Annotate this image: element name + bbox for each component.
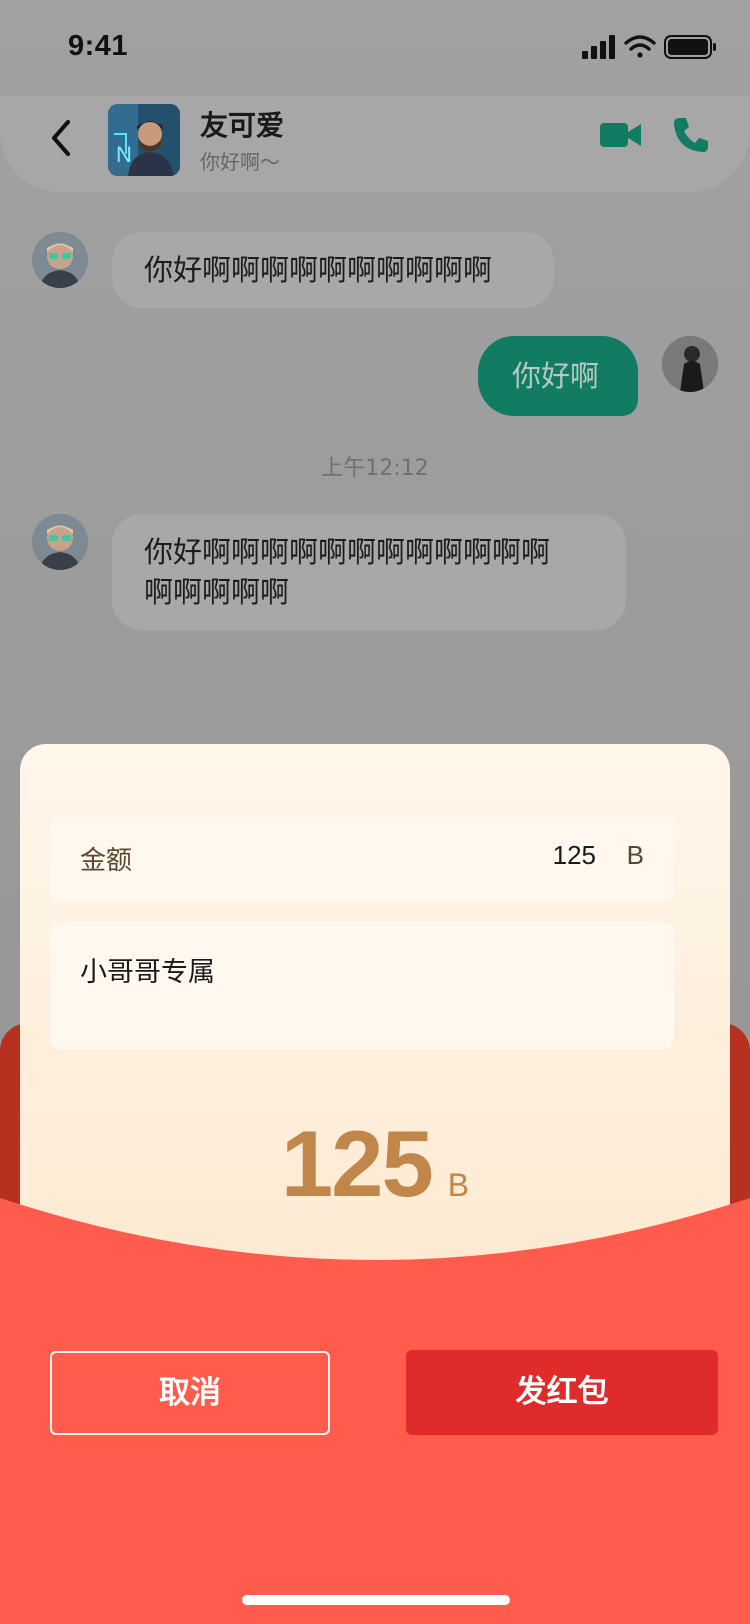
home-indicator[interactable]	[242, 1595, 510, 1605]
contact-name: 友可爱	[200, 109, 285, 142]
message-text-line: 啊啊啊啊啊	[144, 575, 290, 609]
total-amount-display: 125 B	[0, 1110, 750, 1218]
incoming-message-bubble[interactable]: 你好啊啊啊啊啊啊啊啊啊啊	[112, 232, 554, 308]
signal-icon	[582, 35, 615, 59]
contact-avatar[interactable]: N	[108, 104, 180, 176]
message-text-line: 你好啊啊啊啊啊啊啊啊啊啊啊啊	[144, 535, 551, 569]
greeting-field[interactable]: 小哥哥专属	[50, 922, 674, 1050]
total-amount-value: 125	[280, 1111, 434, 1216]
send-red-packet-button[interactable]: 发红包	[406, 1350, 718, 1435]
status-icons	[582, 35, 716, 59]
back-icon[interactable]	[44, 116, 80, 160]
video-call-icon[interactable]	[600, 120, 642, 150]
wifi-icon	[624, 35, 656, 58]
amount-input[interactable]: 125	[553, 840, 596, 871]
status-time: 9:41	[68, 30, 129, 62]
message-timestamp: 上午12:12	[321, 456, 429, 481]
amount-unit: B	[626, 840, 644, 870]
incoming-avatar[interactable]	[32, 514, 88, 570]
amount-label: 金额	[80, 846, 133, 876]
self-avatar[interactable]	[662, 336, 718, 392]
cancel-button[interactable]: 取消	[50, 1351, 330, 1435]
message-text: 你好啊啊啊啊啊啊啊啊啊啊	[144, 253, 493, 287]
phone-icon[interactable]	[672, 116, 710, 154]
incoming-avatar[interactable]	[32, 232, 88, 288]
total-amount-unit: B	[447, 1167, 470, 1203]
amount-field[interactable]: 金额 125 B	[50, 814, 674, 902]
greeting-text[interactable]: 小哥哥专属	[80, 950, 215, 989]
outgoing-message-bubble[interactable]: 你好啊	[478, 336, 638, 416]
battery-icon	[664, 35, 716, 59]
incoming-message-bubble[interactable]: 你好啊啊啊啊啊啊啊啊啊啊啊啊 啊啊啊啊啊	[112, 514, 626, 630]
chat-header: N 友可爱 你好啊～	[0, 96, 750, 192]
contact-status: 你好啊～	[200, 150, 280, 174]
message-text: 你好啊	[512, 359, 600, 393]
svg-text:N: N	[116, 142, 132, 167]
status-bar: 9:41	[0, 0, 750, 96]
